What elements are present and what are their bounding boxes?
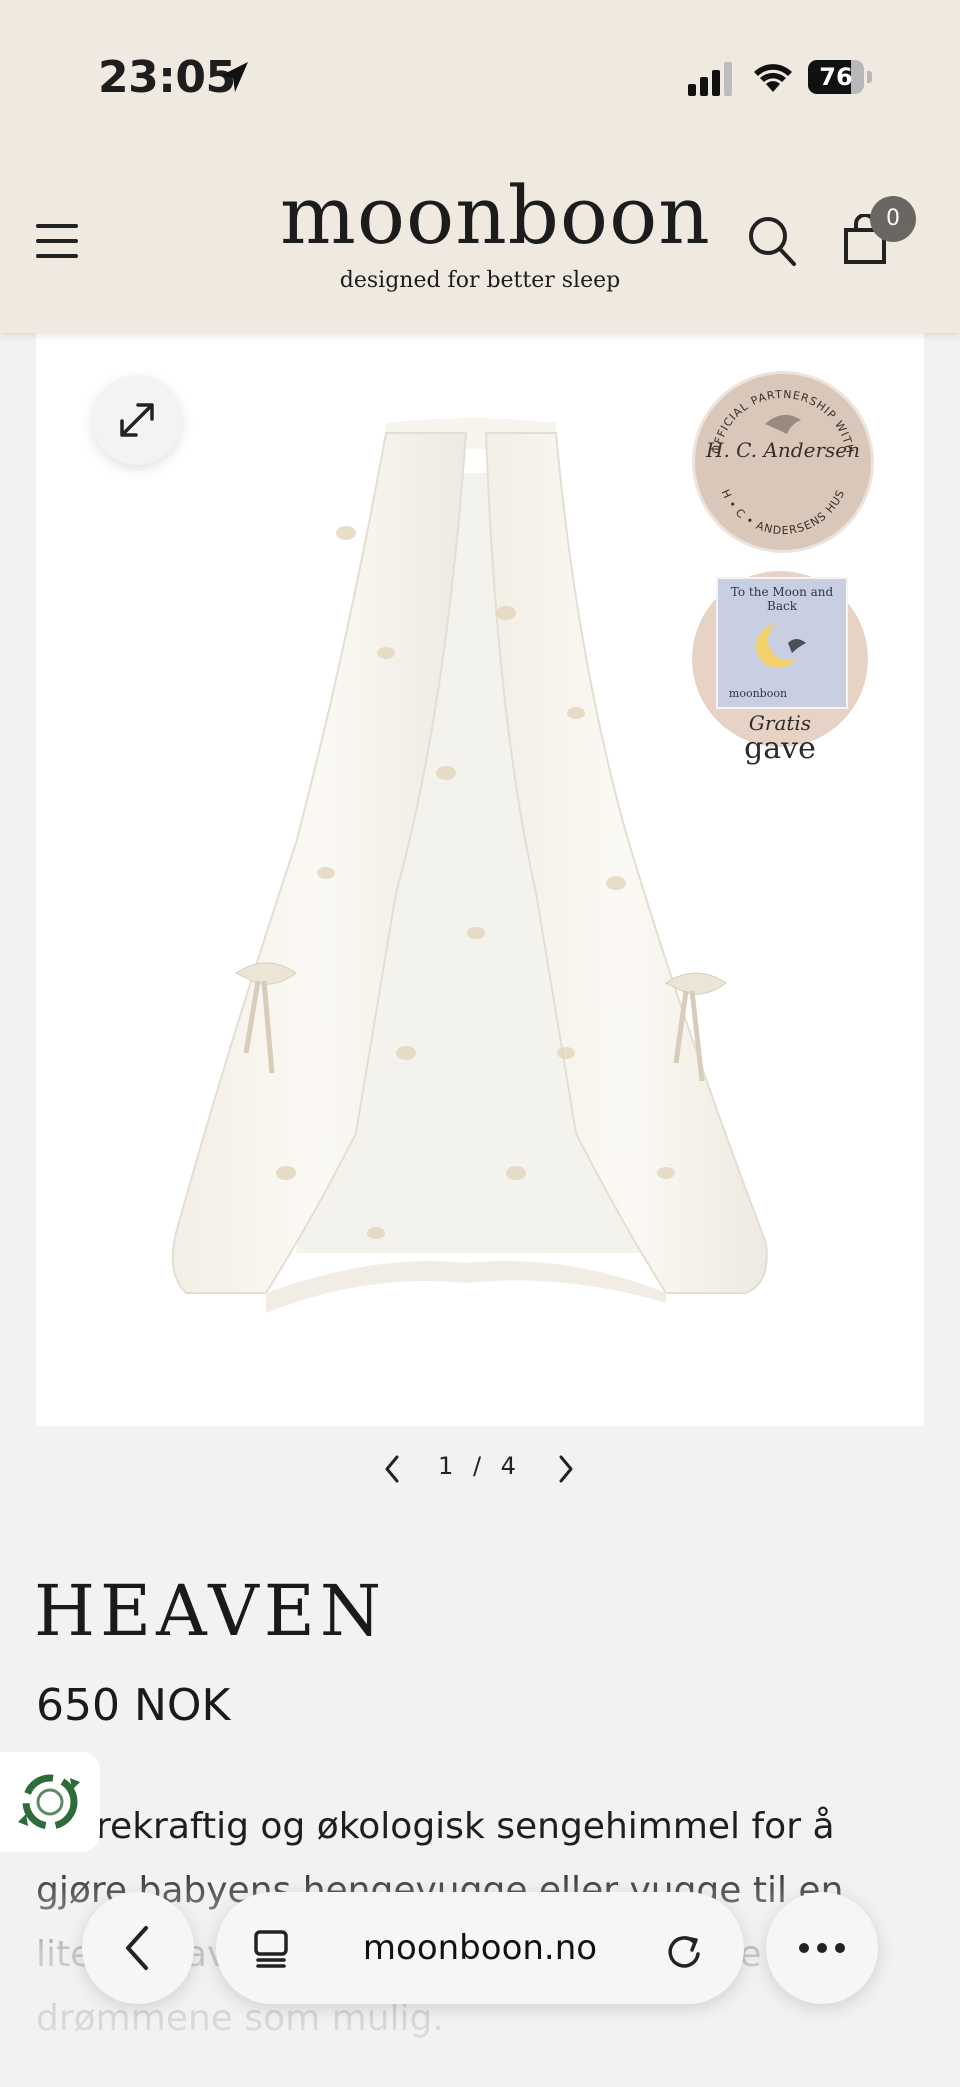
browser-back-button[interactable]	[82, 1892, 194, 2004]
battery-percent: 76	[819, 63, 853, 91]
partnership-ring: OFFICIAL PARTNERSHIP WITH H • C • ANDERS…	[709, 388, 855, 537]
gift-book-cover: To the Moon and Back moonboon	[716, 577, 848, 709]
gift-book-title: To the Moon and Back	[730, 585, 834, 613]
location-arrow-icon	[220, 62, 248, 92]
canopy-product-image	[171, 418, 768, 1313]
product-title: HEAVEN	[34, 1570, 387, 1652]
search-icon[interactable]	[746, 214, 798, 268]
svg-text:H • C • ANDERSENS HUS: H • C • ANDERSENS HUS	[718, 487, 847, 537]
recycle-icon	[18, 1774, 80, 1830]
gift-label-gave: gave	[744, 731, 816, 766]
site-tagline: designed for better sleep	[339, 268, 621, 293]
ellipsis-icon	[799, 1943, 845, 1953]
hc-andersen-partnership-badge: OFFICIAL PARTNERSHIP WITH H • C • ANDERS…	[692, 371, 874, 553]
hamburger-icon[interactable]	[36, 224, 78, 258]
chevron-left-icon[interactable]	[382, 1454, 402, 1484]
product-price: 650 NOK	[36, 1680, 231, 1731]
chevron-right-icon[interactable]	[556, 1454, 576, 1484]
wifi-icon	[754, 64, 792, 92]
cart-count-badge[interactable]: 0	[870, 196, 916, 242]
site-header: 23:05 76 moonboon designed for better sl…	[0, 0, 960, 333]
moon-icon	[756, 620, 808, 668]
free-gift-badge: To the Moon and Back moonboon Gratis gav…	[692, 571, 868, 766]
partnership-name: H. C. Andersen	[706, 438, 860, 462]
browser-more-button[interactable]	[766, 1892, 878, 2004]
pager-count: 1 / 4	[438, 1452, 522, 1480]
cellular-signal-icon	[688, 62, 732, 96]
browser-address-bar[interactable]: moonboon.no	[216, 1892, 744, 2004]
reload-icon[interactable]	[664, 1928, 704, 1970]
status-time: 23:05	[98, 52, 236, 103]
gallery-pager: 1 / 4	[370, 1448, 590, 1488]
eco-badge[interactable]	[0, 1752, 100, 1852]
site-logo[interactable]: moonboon	[280, 176, 710, 256]
gift-book-brand: moonboon	[728, 687, 788, 700]
battery-indicator: 76	[808, 60, 874, 94]
product-image-gallery[interactable]: OFFICIAL PARTNERSHIP WITH H • C • ANDERS…	[36, 333, 924, 1426]
chevron-left-icon	[126, 1926, 148, 1970]
